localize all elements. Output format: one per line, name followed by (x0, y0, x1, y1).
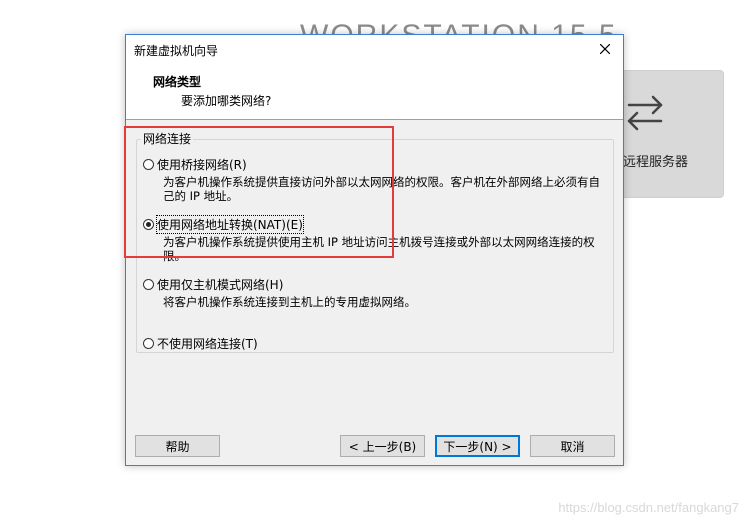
close-icon (600, 44, 610, 54)
close-button[interactable] (593, 37, 617, 61)
swap-arrows-icon (627, 95, 663, 131)
option-label: 使用仅主机模式网络(H) (157, 278, 284, 292)
option-description: 为客户机操作系统提供使用主机 IP 地址访问主机拨号连接或外部以太网网络连接的权… (163, 235, 595, 263)
watermark: https://blog.csdn.net/fangkang7 (558, 500, 739, 515)
radio-no-network[interactable]: 不使用网络连接(T) (143, 335, 258, 352)
option-label: 使用网络地址转换(NAT)(E) (156, 215, 304, 234)
radio-nat[interactable]: 使用网络地址转换(NAT)(E) (143, 215, 608, 234)
page-subtitle: 要添加哪类网络? (181, 94, 272, 108)
back-button[interactable]: < 上一步(B) (340, 435, 425, 457)
cancel-button[interactable]: 取消 (530, 435, 615, 457)
radio-button[interactable] (143, 279, 154, 290)
radio-button[interactable] (143, 338, 154, 349)
option-description: 为客户机操作系统提供直接访问外部以太网网络的权限。客户机在外部网络上必须有自己的… (163, 175, 600, 203)
wizard-header: 网络类型 要添加哪类网络? (126, 63, 623, 120)
radio-button-selected[interactable] (143, 219, 154, 230)
option-host-only: 使用仅主机模式网络(H) 将客户机操作系统连接到主机上的专用虚拟网络。 (143, 276, 608, 309)
option-no-network: 不使用网络连接(T) (143, 335, 258, 352)
title-bar: 新建虚拟机向导 (126, 35, 623, 63)
radio-button[interactable] (143, 159, 154, 170)
dialog-title: 新建虚拟机向导 (134, 44, 219, 58)
remote-server-tile[interactable]: 远程服务器 (608, 70, 724, 198)
new-vm-wizard-dialog: 新建虚拟机向导 网络类型 要添加哪类网络? 网络连接 使用桥接网络(R) 为客户… (125, 34, 624, 466)
option-label: 使用桥接网络(R) (157, 158, 247, 172)
option-description: 将客户机操作系统连接到主机上的专用虚拟网络。 (163, 295, 416, 309)
option-label: 不使用网络连接(T) (157, 337, 258, 351)
radio-bridged[interactable]: 使用桥接网络(R) (143, 156, 608, 173)
tile-label: 远程服务器 (623, 155, 689, 170)
option-nat: 使用网络地址转换(NAT)(E) 为客户机操作系统提供使用主机 IP 地址访问主… (143, 215, 608, 263)
next-button[interactable]: 下一步(N) > (435, 435, 520, 457)
option-bridged: 使用桥接网络(R) 为客户机操作系统提供直接访问外部以太网网络的权限。客户机在外… (143, 156, 608, 203)
page-title: 网络类型 (153, 75, 202, 89)
radio-host-only[interactable]: 使用仅主机模式网络(H) (143, 276, 608, 293)
help-button[interactable]: 帮助 (135, 435, 220, 457)
group-label: 网络连接 (141, 130, 194, 147)
